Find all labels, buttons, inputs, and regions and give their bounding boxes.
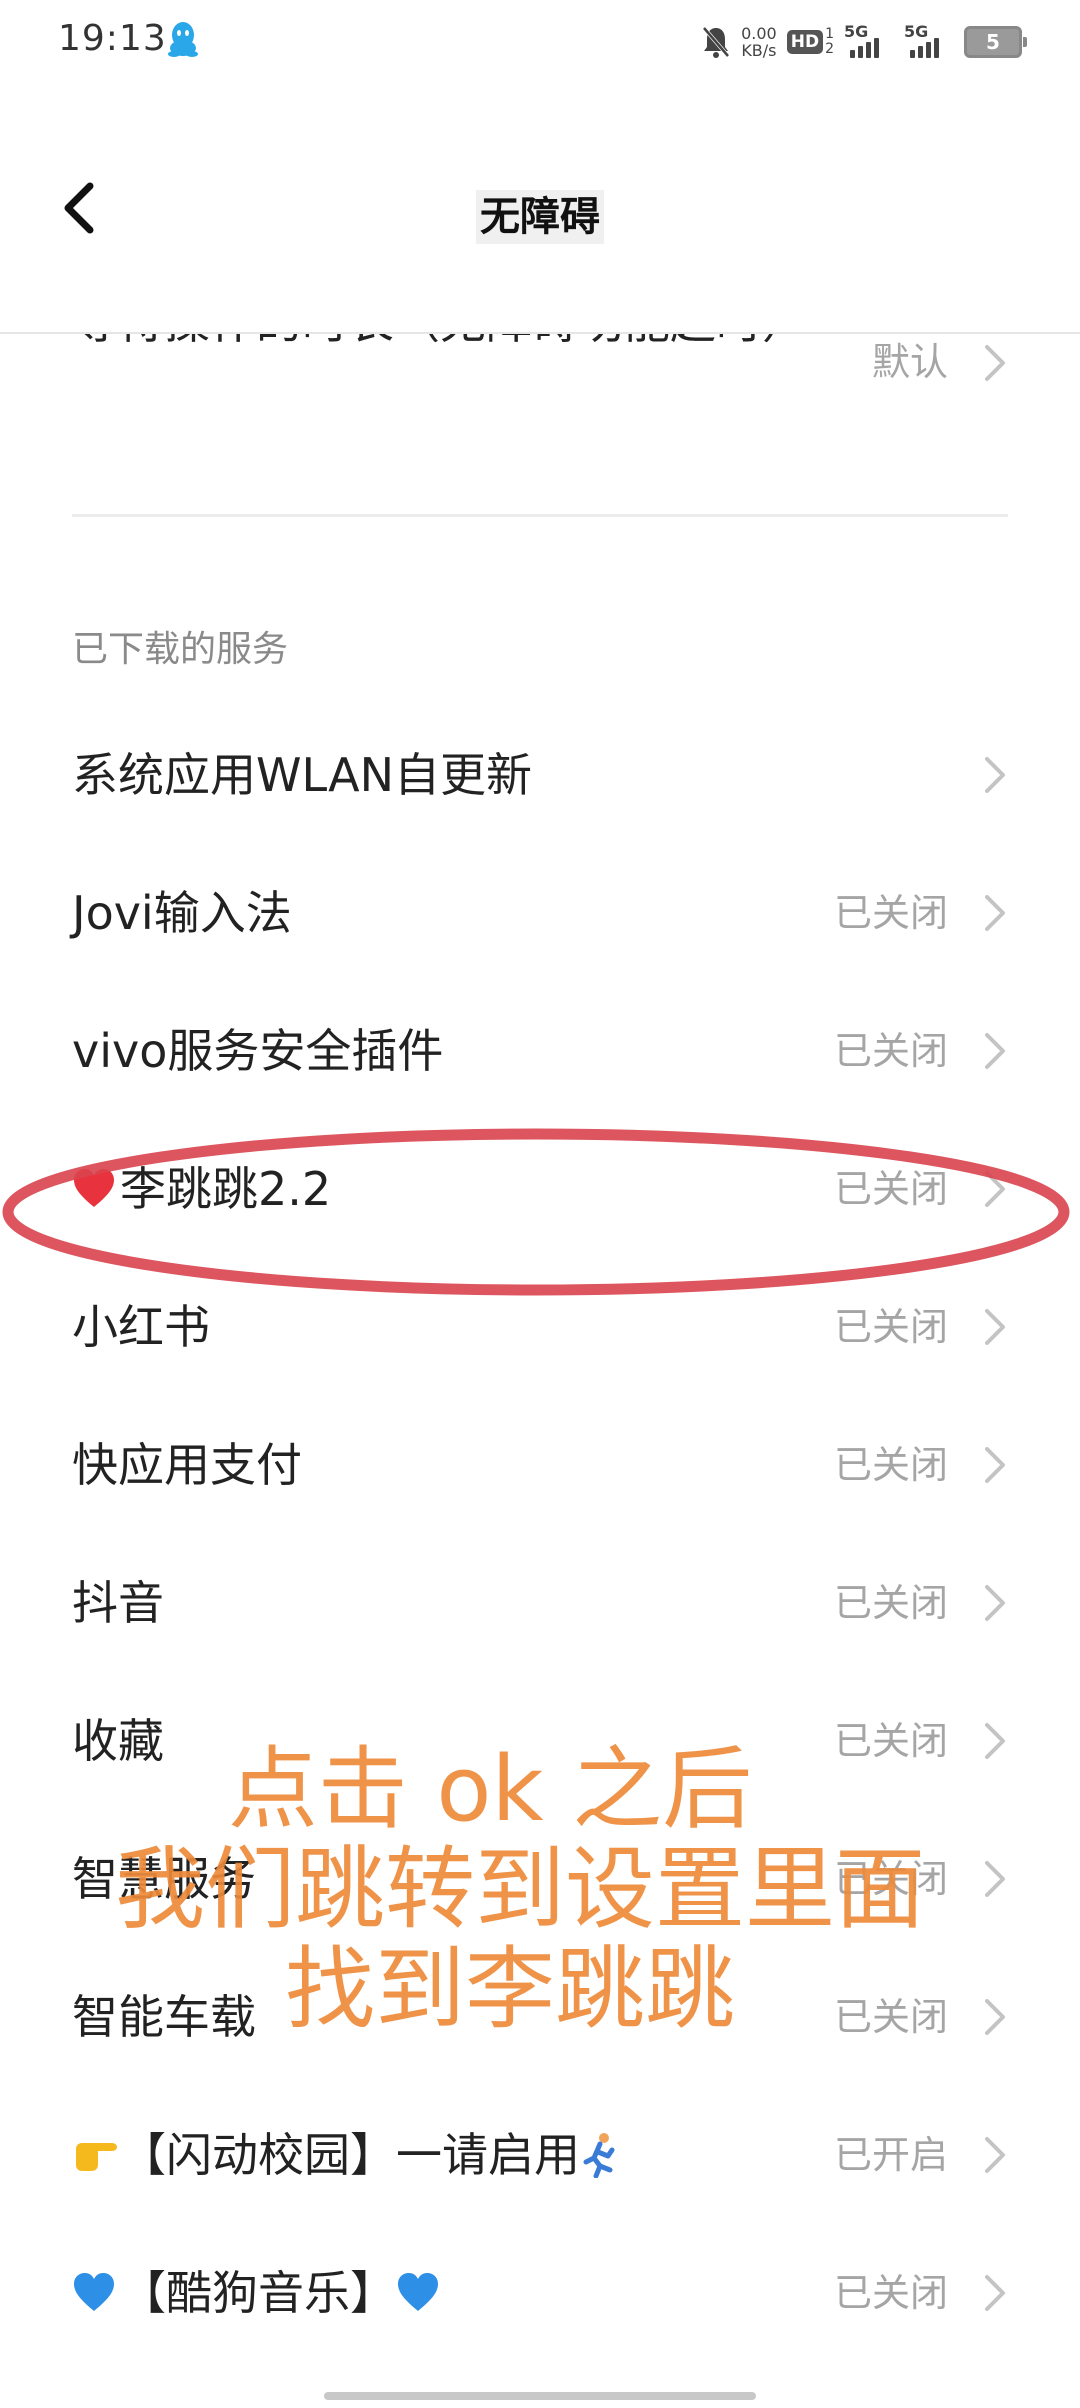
list-item-status: 已关闭 (833, 1029, 948, 1073)
running-person-icon (583, 2132, 615, 2178)
chevron-right-icon (985, 1171, 1005, 1207)
list-item-shandong-campus[interactable]: 【闪动校园】一请启用 已开启 (0, 2086, 1080, 2224)
list-item-kugou-music[interactable]: 【酷狗音乐】 已关闭 (0, 2224, 1080, 2352)
list-item-label: 收藏 (72, 1714, 164, 1768)
list-item-label: 等待操作的时长（无障碍功能超时） (72, 332, 808, 352)
list-item-label-text: 【闪动校园】一请启用 (120, 2128, 580, 2182)
list-item-label: vivo服务安全插件 (72, 1024, 444, 1078)
network-speed: 0.00 KB/s (741, 25, 777, 59)
qq-icon (168, 22, 198, 57)
signal-icon-sim2: 5G (904, 22, 954, 62)
list-item-label-text: 【酷狗音乐】 (120, 2266, 396, 2320)
list-item-car-mode[interactable]: 智能车载 已关闭 (0, 1948, 1080, 2086)
list-item-status: 已关闭 (833, 1167, 948, 1211)
mute-notification-icon (702, 26, 730, 58)
list-item-label-text: 李跳跳2.2 (120, 1162, 332, 1216)
list-item-status: 已关闭 (833, 1719, 948, 1763)
chevron-right-icon (985, 1585, 1005, 1621)
network-speed-value: 0.00 (741, 24, 777, 43)
list-item-status: 已关闭 (833, 2271, 948, 2315)
hd-sub: 1 2 (825, 27, 834, 57)
status-icons: 0.00 KB/s HD 1 2 5G 5G 5 (691, 20, 1027, 64)
pointing-hand-icon (76, 2142, 117, 2171)
list-item-status: 已关闭 (833, 891, 948, 935)
list-item-quickapp-pay[interactable]: 快应用支付 已关闭 (0, 1396, 1080, 1534)
list-item-label: Jovi输入法 (72, 886, 292, 940)
list-item-label: 李跳跳2.2 (72, 1120, 331, 1258)
chevron-right-icon (985, 2137, 1005, 2173)
chevron-right-icon (985, 1309, 1005, 1345)
list-item-label: 小红书 (72, 1300, 210, 1354)
battery-icon: 5 (964, 26, 1027, 58)
hd-sub-top: 1 (825, 26, 834, 42)
network-speed-unit: KB/s (741, 41, 777, 60)
list-item-litiaotiao[interactable]: 李跳跳2.2 已关闭 (0, 1120, 1080, 1258)
chevron-right-icon (985, 895, 1005, 931)
list-item-xiaohongshu[interactable]: 小红书 已关闭 (0, 1258, 1080, 1396)
page-title-text: 无障碍 (476, 190, 604, 244)
status-time: 19:13 (58, 18, 167, 59)
chevron-right-icon (985, 2275, 1005, 2311)
blue-heart-icon (398, 2272, 438, 2311)
chevron-right-icon (985, 1033, 1005, 1069)
list-item-label: 【酷狗音乐】 (72, 2224, 444, 2352)
list-item-status: 已关闭 (833, 1305, 948, 1349)
list-item-wlan-update[interactable]: 系统应用WLAN自更新 (0, 706, 1080, 844)
list-item-label: 智慧服务 (72, 1852, 256, 1906)
home-indicator[interactable] (324, 2392, 756, 2400)
blue-heart-icon (74, 2272, 114, 2311)
signal-icon-sim1: 5G (844, 22, 894, 62)
list-item-label: 快应用支付 (72, 1438, 302, 1492)
list-item-label: 抖音 (72, 1576, 164, 1630)
chevron-right-icon (985, 1999, 1005, 2035)
list-item-jovi-input[interactable]: Jovi输入法 已关闭 (0, 844, 1080, 982)
list-item-douyin[interactable]: 抖音 已关闭 (0, 1534, 1080, 1672)
list-item-timeout[interactable]: 等待操作的时长（无障碍功能超时） 默认 (0, 332, 1080, 532)
list-item-status: 已关闭 (833, 1443, 948, 1487)
list-item-status: 已关闭 (833, 1581, 948, 1625)
hd-sub-bottom: 2 (825, 41, 834, 57)
chevron-right-icon (985, 345, 1005, 381)
section-header-downloaded-services: 已下载的服务 (72, 629, 289, 670)
chevron-right-icon (985, 1447, 1005, 1483)
status-bar: 19:13 0.00 KB/s HD 1 2 5G 5G 5 (0, 0, 1080, 84)
list-item-status: 已开启 (833, 2133, 948, 2177)
app-header: 无障碍 (0, 84, 1080, 332)
list-item-favorites[interactable]: 收藏 已关闭 (0, 1672, 1080, 1810)
section-divider (72, 514, 1008, 517)
red-heart-icon (74, 1168, 114, 1207)
list-item-label: 智能车载 (72, 1990, 256, 2044)
list-item-label: 【闪动校园】一请启用 (72, 2086, 620, 2224)
header-divider (0, 332, 1080, 334)
list-item-status: 已关闭 (833, 1857, 948, 1901)
chevron-right-icon (985, 1723, 1005, 1759)
page-title: 无障碍 (0, 184, 1080, 244)
list-item-label: 系统应用WLAN自更新 (72, 748, 533, 802)
list-item-status: 默认 (871, 340, 948, 384)
list-item-status: 已关闭 (833, 1995, 948, 2039)
hd-volte-icon: HD 1 2 (786, 27, 834, 57)
list-item-smart-service[interactable]: 智慧服务 已关闭 (0, 1810, 1080, 1948)
chevron-right-icon (985, 1861, 1005, 1897)
list-item-vivo-security-plugin[interactable]: vivo服务安全插件 已关闭 (0, 982, 1080, 1120)
hd-label: HD (786, 30, 824, 54)
chevron-right-icon (985, 757, 1005, 793)
settings-list: 等待操作的时长（无障碍功能超时） 默认 已下载的服务 系统应用WLAN自更新 J… (0, 332, 1080, 2352)
